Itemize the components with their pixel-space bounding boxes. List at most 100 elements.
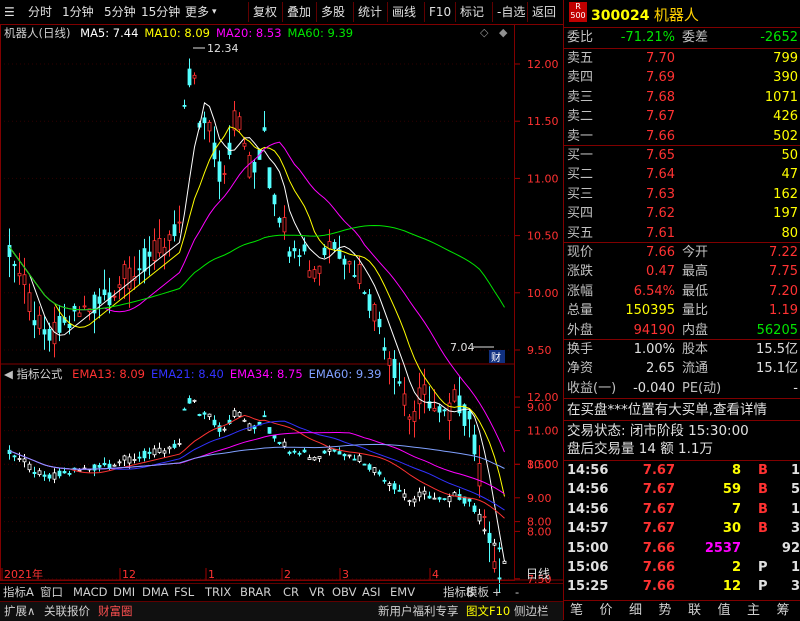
candle-body bbox=[127, 267, 132, 290]
period-tab-3[interactable]: 15分钟 bbox=[141, 3, 180, 21]
tick-volume: 2 bbox=[731, 560, 741, 575]
quote-tab-7[interactable]: 筹 bbox=[777, 603, 790, 619]
bids-row-3[interactable]: 买四 7.62 197 bbox=[564, 205, 800, 223]
indicator-tab-0[interactable]: 指标A bbox=[3, 584, 34, 600]
toolbar-btn-4[interactable]: 画线 bbox=[392, 3, 416, 21]
fund-value: 15.1亿 bbox=[756, 361, 798, 377]
toolbar-btn-3[interactable]: 统计 bbox=[358, 3, 382, 21]
indicator-collapse-icon[interactable]: ◀ bbox=[4, 367, 13, 381]
candle-body bbox=[137, 268, 142, 271]
candle-body bbox=[147, 251, 152, 257]
quote-tab-5[interactable]: 值 bbox=[718, 603, 731, 619]
candle-body bbox=[287, 251, 292, 257]
ema-legend-item-1: EMA21: 8.40 bbox=[151, 367, 224, 381]
big-order-notice[interactable]: 在买盘***位置有大买单,查看详情 bbox=[564, 401, 800, 419]
asks-volume: 799 bbox=[773, 51, 798, 66]
quote-tab-0[interactable]: 笔 bbox=[570, 603, 583, 619]
indicator-tab-5[interactable]: FSL bbox=[174, 584, 194, 600]
ind-y-tick: 10.00 bbox=[527, 458, 559, 471]
indicator-tab-12[interactable]: EMV bbox=[390, 584, 415, 600]
indicator-tab-14[interactable]: 模板 bbox=[466, 584, 489, 600]
ema-legend-item-0: EMA13: 8.09 bbox=[72, 367, 145, 381]
trade-status: 交易状态: 闭市阶段 15:30:00 bbox=[567, 423, 749, 439]
indicator-tab-6[interactable]: TRIX bbox=[205, 584, 231, 600]
indicator-tab-8[interactable]: CR bbox=[283, 584, 299, 600]
stat-value: 94190 bbox=[633, 322, 675, 338]
more-chevron-icon[interactable]: ▾ bbox=[212, 3, 217, 21]
main-y-tick: 10.50 bbox=[527, 230, 559, 243]
period-tab-2[interactable]: 5分钟 bbox=[104, 3, 136, 21]
indicator-tab-10[interactable]: OBV bbox=[332, 584, 356, 600]
period-tab-4[interactable]: 更多 bbox=[185, 3, 209, 21]
bottom-item-0[interactable]: 扩展∧ bbox=[4, 603, 35, 619]
candle-body bbox=[152, 240, 157, 262]
asks-row-4[interactable]: 卖一 7.66 502 bbox=[564, 128, 800, 146]
stat-row-3: 总量 150395 量比 1.19 bbox=[564, 302, 800, 320]
toolbar-btn-2[interactable]: 多股 bbox=[321, 3, 345, 21]
stat-value: 7.20 bbox=[769, 283, 798, 299]
asks-price: 7.66 bbox=[646, 128, 675, 144]
tick-row: 15:06 7.66 2 P 1 bbox=[564, 559, 800, 577]
quote-panel: R 500 300024 机器人 委比 -71.21% 委差 -2652 卖五 7… bbox=[563, 0, 800, 620]
x-axis-label: 4 bbox=[432, 568, 439, 581]
asks-row-0[interactable]: 卖五 7.70 799 bbox=[564, 50, 800, 68]
asks-row-2[interactable]: 卖三 7.68 1071 bbox=[564, 89, 800, 107]
toolbar-menu-icon[interactable]: ☰ bbox=[4, 3, 15, 21]
indicator-tab-16[interactable]: - bbox=[515, 584, 519, 600]
toolbar-btn-5[interactable]: F10 bbox=[429, 3, 451, 21]
toolbar-btn-7[interactable]: -自选 bbox=[497, 3, 525, 21]
candle-body bbox=[47, 328, 52, 341]
stock-header[interactable]: 300024 机器人 bbox=[591, 4, 699, 25]
asks-row-3[interactable]: 卖二 7.67 426 bbox=[564, 108, 800, 126]
candle-body bbox=[277, 217, 282, 223]
asks-volume: 426 bbox=[773, 109, 798, 125]
candle-body bbox=[467, 411, 472, 420]
candle-body bbox=[182, 104, 187, 107]
bids-row-4[interactable]: 买五 7.61 80 bbox=[564, 225, 800, 243]
fund-label: 流通 bbox=[682, 361, 709, 377]
candle-body bbox=[292, 248, 297, 252]
indicator-tab-15[interactable]: + bbox=[492, 584, 502, 600]
bottom-right-item-1[interactable]: 图文F10 bbox=[466, 603, 510, 619]
ind-y-tick: 12.00 bbox=[527, 391, 559, 404]
indicator-tab-4[interactable]: DMA bbox=[142, 584, 169, 600]
period-tab-1[interactable]: 1分钟 bbox=[62, 3, 94, 21]
indicator-tab-9[interactable]: VR bbox=[309, 584, 325, 600]
toolbar-btn-0[interactable]: 复权 bbox=[253, 3, 277, 21]
toolbar-btn-6[interactable]: 标记 bbox=[460, 3, 484, 21]
bids-price: 7.61 bbox=[646, 225, 675, 241]
asks-price: 7.67 bbox=[646, 109, 675, 125]
bottom-right-item-2[interactable]: 侧边栏 bbox=[514, 603, 549, 619]
asks-row-1[interactable]: 卖四 7.69 390 bbox=[564, 69, 800, 87]
candle-body bbox=[262, 127, 267, 131]
indicator-tab-2[interactable]: MACD bbox=[73, 584, 107, 600]
quote-tab-1[interactable]: 价 bbox=[600, 603, 613, 619]
indicator-tab-11[interactable]: ASI bbox=[362, 584, 381, 600]
toolbar-btn-1[interactable]: 叠加 bbox=[287, 3, 311, 21]
toolbar-btn-8[interactable]: 返回 bbox=[532, 3, 556, 21]
candle-body bbox=[17, 272, 22, 277]
quote-tab-3[interactable]: 势 bbox=[659, 603, 672, 619]
bids-row-0[interactable]: 买一 7.65 50 bbox=[564, 147, 800, 165]
candle-body bbox=[362, 292, 367, 294]
candle-body bbox=[297, 255, 302, 258]
ema-legend-item-2: EMA34: 8.75 bbox=[229, 367, 303, 381]
bottom-item-2[interactable]: 财富圈 bbox=[98, 603, 133, 619]
quote-tab-6[interactable]: 主 bbox=[747, 603, 760, 619]
quote-tab-2[interactable]: 细 bbox=[629, 603, 642, 619]
bids-row-2[interactable]: 买三 7.63 162 bbox=[564, 186, 800, 204]
kline-chart[interactable]: 12.0011.5011.0010.5010.009.509.008.508.0… bbox=[0, 24, 563, 604]
indicator-tab-1[interactable]: 窗口 bbox=[40, 584, 63, 600]
period-tab-0[interactable]: 分时 bbox=[28, 3, 52, 21]
indicator-tab-7[interactable]: BRAR bbox=[240, 584, 271, 600]
quote-panel-tabs: 笔 价细 势联 值主 筹 bbox=[564, 600, 800, 621]
indicator-name[interactable]: 指标公式 bbox=[17, 367, 63, 381]
bids-label: 买一 bbox=[567, 148, 594, 163]
candle-body bbox=[477, 463, 482, 487]
stat-row-1: 涨跌 0.47 最高 7.75 bbox=[564, 263, 800, 281]
quote-tab-4[interactable]: 联 bbox=[688, 603, 701, 619]
bottom-item-1[interactable]: 关联报价 bbox=[44, 603, 90, 619]
bottom-right-item-0[interactable]: 新用户福利专享 bbox=[378, 603, 459, 619]
indicator-tab-3[interactable]: DMI bbox=[113, 584, 135, 600]
bids-row-1[interactable]: 买二 7.64 47 bbox=[564, 166, 800, 184]
